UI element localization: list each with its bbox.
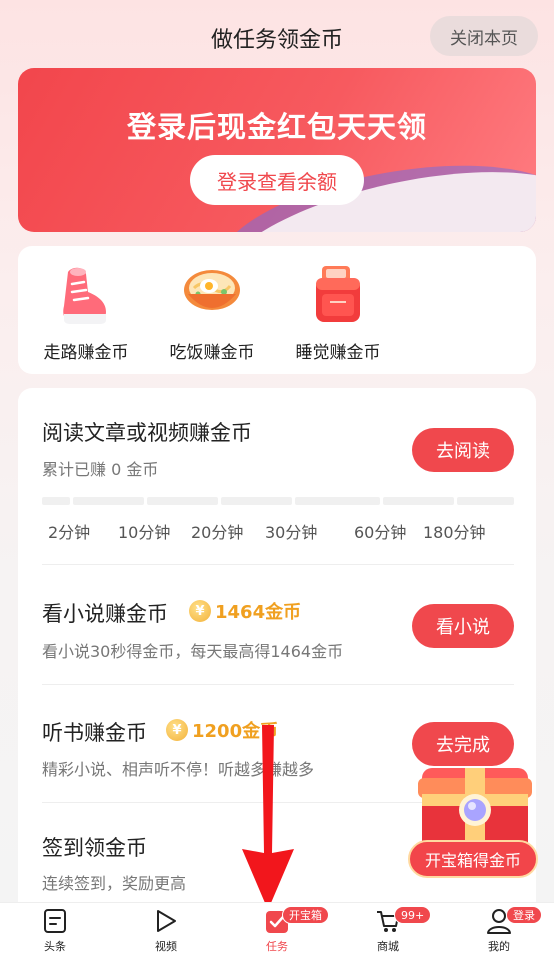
reward-amount: 1464金币 — [215, 602, 302, 623]
mini-task-eat[interactable]: 吃饭赚金币 — [152, 262, 272, 372]
tab-label: 头条 — [44, 940, 66, 953]
play-icon — [157, 910, 176, 932]
mini-task-label: 吃饭赚金币 — [169, 343, 255, 363]
progress-tick-label: 10分钟 — [118, 523, 171, 542]
progress-tick-label: 60分钟 — [354, 523, 407, 542]
close-page-button[interactable]: 关闭本页 — [430, 16, 538, 56]
tab-video[interactable]: 视频 — [121, 906, 211, 956]
tab-label: 我的 — [488, 940, 510, 953]
open-treasure-button[interactable]: 开宝箱得金币 — [408, 840, 538, 878]
tab-label: 视频 — [155, 940, 177, 953]
mini-task-label: 睡觉赚金币 — [295, 343, 381, 363]
sleep-box-icon — [316, 266, 360, 322]
login-banner — [18, 68, 536, 232]
tab-badge: 登录 — [506, 906, 542, 924]
task-read-subtitle: 累计已赚 0 金币 — [42, 460, 159, 479]
login-check-balance-button[interactable]: 登录查看余额 — [190, 155, 364, 205]
task-read-title: 阅读文章或视频赚金币 — [42, 421, 252, 445]
progress-segment — [147, 497, 218, 505]
divider — [42, 564, 514, 565]
coin-icon: ¥ — [189, 600, 211, 622]
arrow-down-icon — [242, 725, 294, 910]
task-signin-title: 签到领金币 — [42, 836, 147, 860]
task-novel-subtitle: 看小说30秒得金币，每天最高得1464金币 — [42, 642, 344, 661]
tab-news[interactable]: 头条 — [10, 906, 100, 956]
progress-tick-label: 20分钟 — [191, 523, 244, 542]
mini-task-sleep[interactable]: 睡觉赚金币 — [278, 262, 398, 372]
task-novel-reward: ¥ 1464金币 — [189, 598, 301, 624]
header: 做任务领金币 关闭本页 — [0, 0, 554, 70]
progress-segment — [73, 497, 144, 505]
task-signin-subtitle: 连续签到，奖励更高 — [42, 874, 187, 893]
sneaker-icon — [63, 267, 106, 324]
progress-segment — [221, 497, 292, 505]
news-icon — [44, 909, 66, 933]
tab-badge: 99+ — [394, 906, 432, 924]
task-novel-title: 看小说赚金币 — [42, 602, 168, 626]
progress-segment — [42, 497, 70, 505]
progress-segment — [383, 497, 454, 505]
tab-badge: 开宝箱 — [282, 906, 329, 924]
noodle-bowl-icon — [184, 270, 240, 310]
progress-segment — [295, 497, 380, 505]
tab-label: 任务 — [266, 940, 288, 953]
banner-title: 登录后现金红包天天领 — [126, 110, 427, 144]
progress-tick-label: 30分钟 — [265, 523, 318, 542]
mini-task-walk[interactable]: 走路赚金币 — [26, 262, 146, 372]
tab-label: 商城 — [377, 940, 399, 953]
task-audio-title: 听书赚金币 — [42, 721, 147, 745]
progress-tick-label: 2分钟 — [48, 523, 91, 542]
mini-task-label: 走路赚金币 — [43, 343, 129, 363]
divider — [42, 684, 514, 685]
read-novel-button[interactable]: 看小说 — [412, 604, 514, 648]
progress-segment — [457, 497, 514, 505]
coin-icon: ¥ — [166, 719, 188, 741]
go-read-button[interactable]: 去阅读 — [412, 428, 514, 472]
progress-tick-label: 180分钟 — [423, 523, 486, 542]
